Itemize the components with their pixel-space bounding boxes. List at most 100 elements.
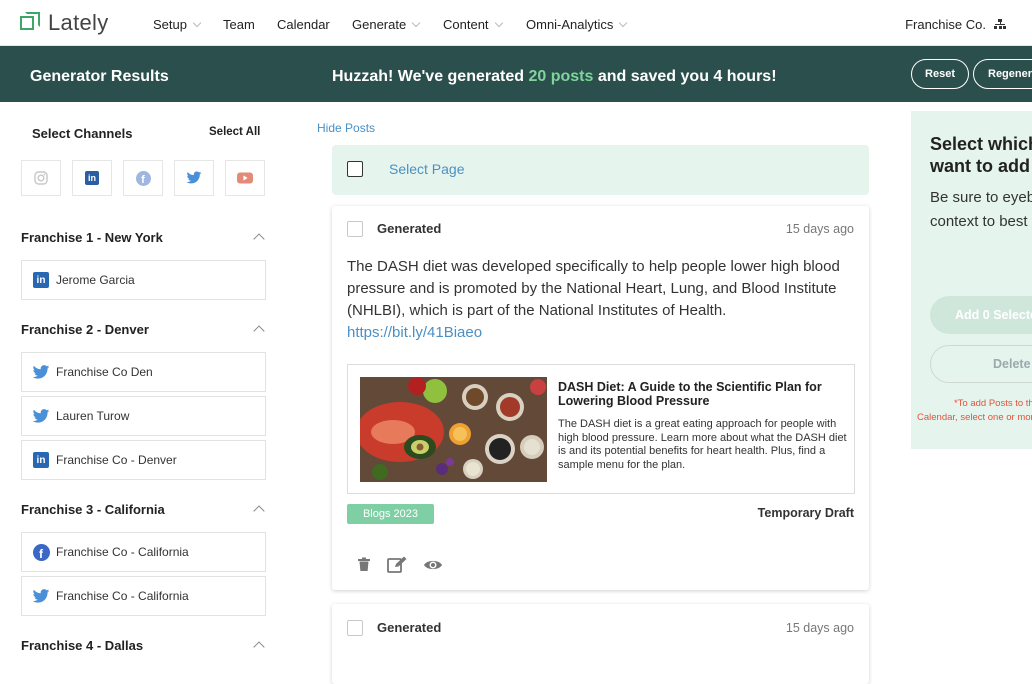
chevron-down-icon (192, 18, 202, 27)
collapse-icon[interactable] (253, 325, 265, 337)
twitter-icon (32, 587, 50, 605)
select-page-bar[interactable]: Select Page (332, 145, 869, 195)
account-name: Franchise Co Den (56, 365, 153, 379)
channel-filter-twitter[interactable] (174, 160, 214, 196)
nav-team[interactable]: Team (223, 17, 255, 32)
group-title: Franchise 3 - California (21, 502, 165, 517)
channel-filter-youtube[interactable] (225, 160, 265, 196)
post-link[interactable]: https://bit.ly/41Biaeo (347, 324, 482, 341)
post-count-highlight: 20 posts (528, 68, 594, 85)
message-text: and saved you 4 hours! (593, 68, 777, 85)
youtube-icon (237, 172, 253, 184)
nav-label: Team (223, 17, 255, 32)
posts-panel: Hide Posts Select Page Generated 15 days… (300, 102, 900, 684)
post-time: 15 days ago (785, 621, 854, 635)
food-image-icon (360, 377, 547, 482)
nav-generate[interactable]: Generate (352, 17, 421, 32)
reset-button[interactable]: Reset (911, 59, 969, 89)
delete-button[interactable]: Delete (930, 345, 1032, 383)
facebook-icon: f (135, 170, 151, 186)
preview-description: The DASH diet is a great eating approach… (558, 418, 847, 471)
nav-setup[interactable]: Setup (153, 17, 202, 32)
logo-icon (20, 12, 42, 34)
facebook-icon: f (32, 543, 50, 561)
nav-calendar[interactable]: Calendar (277, 17, 330, 32)
chevron-down-icon (494, 18, 503, 27)
post-status: Generated (377, 221, 442, 236)
collapse-icon[interactable] (253, 505, 265, 517)
select-all-link[interactable]: Select All (209, 126, 260, 138)
logo-text: Lately (48, 10, 109, 35)
twitter-icon (32, 363, 50, 381)
account-item[interactable]: f Franchise Co - California (21, 532, 266, 572)
channel-filter-facebook[interactable]: f (123, 160, 163, 196)
account-item[interactable]: Franchise Co Den (21, 352, 266, 392)
panel-title: Select which posts you want to add (930, 134, 1032, 176)
trash-icon[interactable] (357, 557, 371, 577)
collapse-icon[interactable] (253, 233, 265, 245)
channel-filter-instagram[interactable] (21, 160, 61, 196)
post-card: Generated 15 days ago (332, 604, 869, 684)
post-text[interactable]: The DASH diet was developed specifically… (347, 256, 862, 344)
calendar-note: *To add Posts to the Calendar, select on… (917, 398, 1032, 423)
channel-filter-linkedin[interactable]: in (72, 160, 112, 196)
post-body: The DASH diet was developed specifically… (347, 258, 840, 319)
logo[interactable]: Lately (20, 10, 109, 36)
eye-icon[interactable] (423, 558, 443, 577)
nav-label: Content (443, 17, 489, 32)
linkedin-icon: in (32, 271, 50, 289)
linkedin-icon: in (85, 171, 99, 185)
collapse-icon[interactable] (253, 641, 265, 653)
post-time: 15 days ago (785, 222, 854, 236)
nav-label: Calendar (277, 17, 330, 32)
nav-omni-analytics[interactable]: Omni-Analytics (526, 17, 628, 32)
preview-title: DASH Diet: A Guide to the Scientific Pla… (558, 380, 822, 408)
account-item[interactable]: in Franchise Co - Denver (21, 440, 266, 480)
link-preview[interactable]: DASH Diet: A Guide to the Scientific Pla… (347, 364, 855, 494)
group-title: Franchise 2 - Denver (21, 322, 149, 337)
account-name: Franchise Co - Denver (56, 453, 177, 467)
nav-content[interactable]: Content (443, 17, 503, 32)
select-page-checkbox[interactable] (347, 161, 363, 177)
org-name: Franchise Co. (905, 17, 986, 32)
regenerate-button[interactable]: Regenera (973, 59, 1032, 89)
message-text: Huzzah! We've generated (332, 68, 529, 85)
twitter-icon (186, 171, 202, 184)
preview-image (360, 377, 547, 482)
nav-label: Omni-Analytics (526, 17, 614, 32)
account-name: Jerome Garcia (56, 273, 135, 287)
draft-status: Temporary Draft (757, 506, 854, 520)
nav-label: Setup (153, 17, 187, 32)
select-page-label: Select Page (389, 161, 465, 177)
results-banner: Generator Results Huzzah! We've generate… (0, 46, 1032, 102)
add-posts-panel: Select which posts you want to add Be su… (911, 111, 1032, 449)
linkedin-icon: in (32, 451, 50, 469)
post-actions (357, 556, 443, 578)
add-selected-button[interactable]: Add 0 Selected (930, 296, 1032, 334)
post-checkbox[interactable] (347, 221, 363, 237)
instagram-icon (34, 171, 48, 185)
chevron-down-icon (619, 18, 628, 27)
post-status: Generated (377, 620, 442, 635)
edit-icon[interactable] (387, 556, 407, 578)
org-chart-icon (994, 19, 1006, 30)
campaign-tag[interactable]: Blogs 2023 (347, 504, 434, 524)
account-item[interactable]: Franchise Co - California (21, 576, 266, 616)
select-channels-title: Select Channels (32, 126, 133, 141)
account-name: Franchise Co - California (56, 545, 189, 559)
group-title: Franchise 1 - New York (21, 230, 163, 245)
channel-sidebar: Select Channels Select All in f Franchis… (0, 102, 290, 653)
twitter-icon (32, 407, 50, 425)
post-card: Generated 15 days ago The DASH diet was … (332, 206, 869, 590)
group-title: Franchise 4 - Dallas (21, 638, 144, 653)
chevron-down-icon (411, 18, 421, 27)
account-name: Lauren Turow (56, 409, 130, 423)
top-nav: Lately Setup Team Calendar Generate Cont… (0, 0, 1032, 46)
org-switcher[interactable]: Franchise Co. (905, 17, 1006, 32)
account-item[interactable]: in Jerome Garcia (21, 260, 266, 300)
account-name: Franchise Co - California (56, 589, 189, 603)
nav-label: Generate (352, 17, 407, 32)
hide-posts-link[interactable]: Hide Posts (317, 121, 375, 135)
account-item[interactable]: Lauren Turow (21, 396, 266, 436)
post-checkbox[interactable] (347, 620, 363, 636)
